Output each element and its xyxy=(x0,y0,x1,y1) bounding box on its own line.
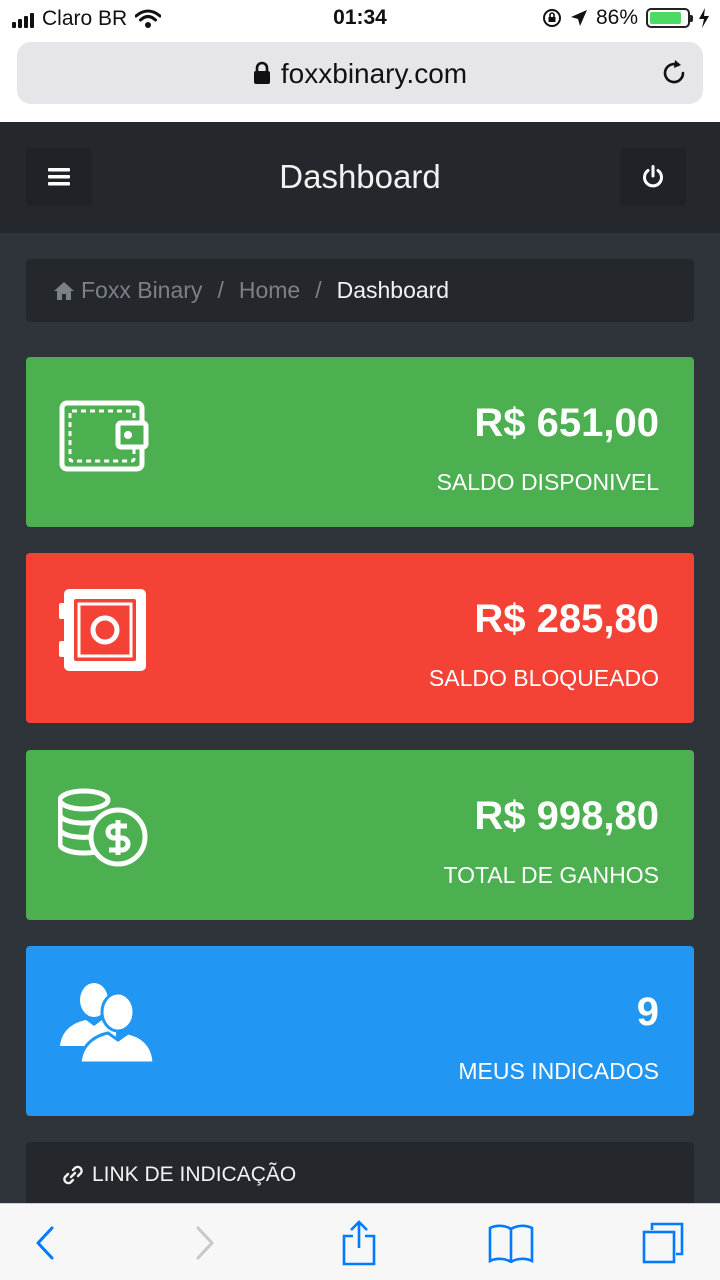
card-saldo-disponivel: R$ 651,00 SALDO DISPONIVEL xyxy=(26,357,694,527)
wallet-icon xyxy=(59,400,149,472)
page-title: Dashboard xyxy=(279,158,441,195)
breadcrumb-item-home[interactable]: Home xyxy=(239,277,300,304)
browser-top-bar: foxxbinary.com xyxy=(0,38,720,122)
share-button[interactable] xyxy=(334,1218,384,1268)
card-meus-indicados: 9 MEUS INDICADOS xyxy=(26,946,694,1116)
card-label: TOTAL DE GANHOS xyxy=(443,862,659,888)
tabs-button[interactable] xyxy=(638,1218,688,1268)
breadcrumb-item-foxx-binary[interactable]: Foxx Binary xyxy=(81,277,202,304)
status-bar-right: 86% xyxy=(542,6,710,30)
status-bar: Claro BR 01:34 86% xyxy=(0,0,720,38)
home-icon xyxy=(54,281,74,300)
breadcrumb-item-dashboard: Dashboard xyxy=(336,277,450,303)
app-header: Dashboard xyxy=(0,122,720,233)
battery-icon xyxy=(646,8,693,28)
breadcrumb: Foxx Binary / Home / Dashboard xyxy=(26,259,694,322)
bookmarks-button[interactable] xyxy=(486,1218,536,1268)
card-value: 9 xyxy=(636,990,659,1034)
link-panel-title: LINK DE INDICAÇÃO xyxy=(62,1163,296,1187)
forward-button[interactable] xyxy=(180,1218,230,1268)
address-text-wrap: foxxbinary.com xyxy=(17,58,703,90)
chevron-right-icon xyxy=(196,1226,214,1260)
lock-icon xyxy=(253,61,270,84)
safe-icon xyxy=(59,589,146,671)
card-label: SALDO BLOQUEADO xyxy=(428,665,659,691)
book-icon xyxy=(488,1224,534,1263)
logout-button[interactable] xyxy=(620,148,686,206)
orientation-lock-icon xyxy=(542,9,561,27)
card-value: R$ 998,80 xyxy=(474,794,659,838)
breadcrumb-separator: / xyxy=(217,277,224,303)
users-icon xyxy=(60,983,156,1065)
link-panel-title-text: LINK DE INDICAÇÃO xyxy=(92,1163,297,1186)
card-value: R$ 285,80 xyxy=(474,597,659,641)
tabs-icon xyxy=(642,1222,684,1264)
charging-bolt-icon xyxy=(699,8,709,28)
chevron-left-icon xyxy=(36,1226,54,1260)
location-arrow-icon xyxy=(570,10,587,26)
battery-fill xyxy=(650,12,681,24)
card-total-ganhos: R$ 998,80 TOTAL DE GANHOS xyxy=(26,750,694,920)
breadcrumb-separator: / xyxy=(315,277,322,303)
card-value: R$ 651,00 xyxy=(474,401,659,445)
browser-toolbar xyxy=(0,1203,720,1280)
coins-icon xyxy=(58,788,148,867)
power-icon xyxy=(643,165,663,188)
card-label: MEUS INDICADOS xyxy=(458,1058,659,1084)
link-icon xyxy=(63,1165,83,1185)
battery-percent: 86% xyxy=(595,6,638,29)
share-icon xyxy=(342,1220,376,1266)
back-button[interactable] xyxy=(20,1218,70,1268)
reload-icon[interactable] xyxy=(659,58,689,88)
address-bar[interactable]: foxxbinary.com xyxy=(17,42,703,104)
card-saldo-bloqueado: R$ 285,80 SALDO BLOQUEADO xyxy=(26,553,694,723)
url-text: foxxbinary.com xyxy=(280,58,468,89)
card-label: SALDO DISPONIVEL xyxy=(436,469,659,495)
